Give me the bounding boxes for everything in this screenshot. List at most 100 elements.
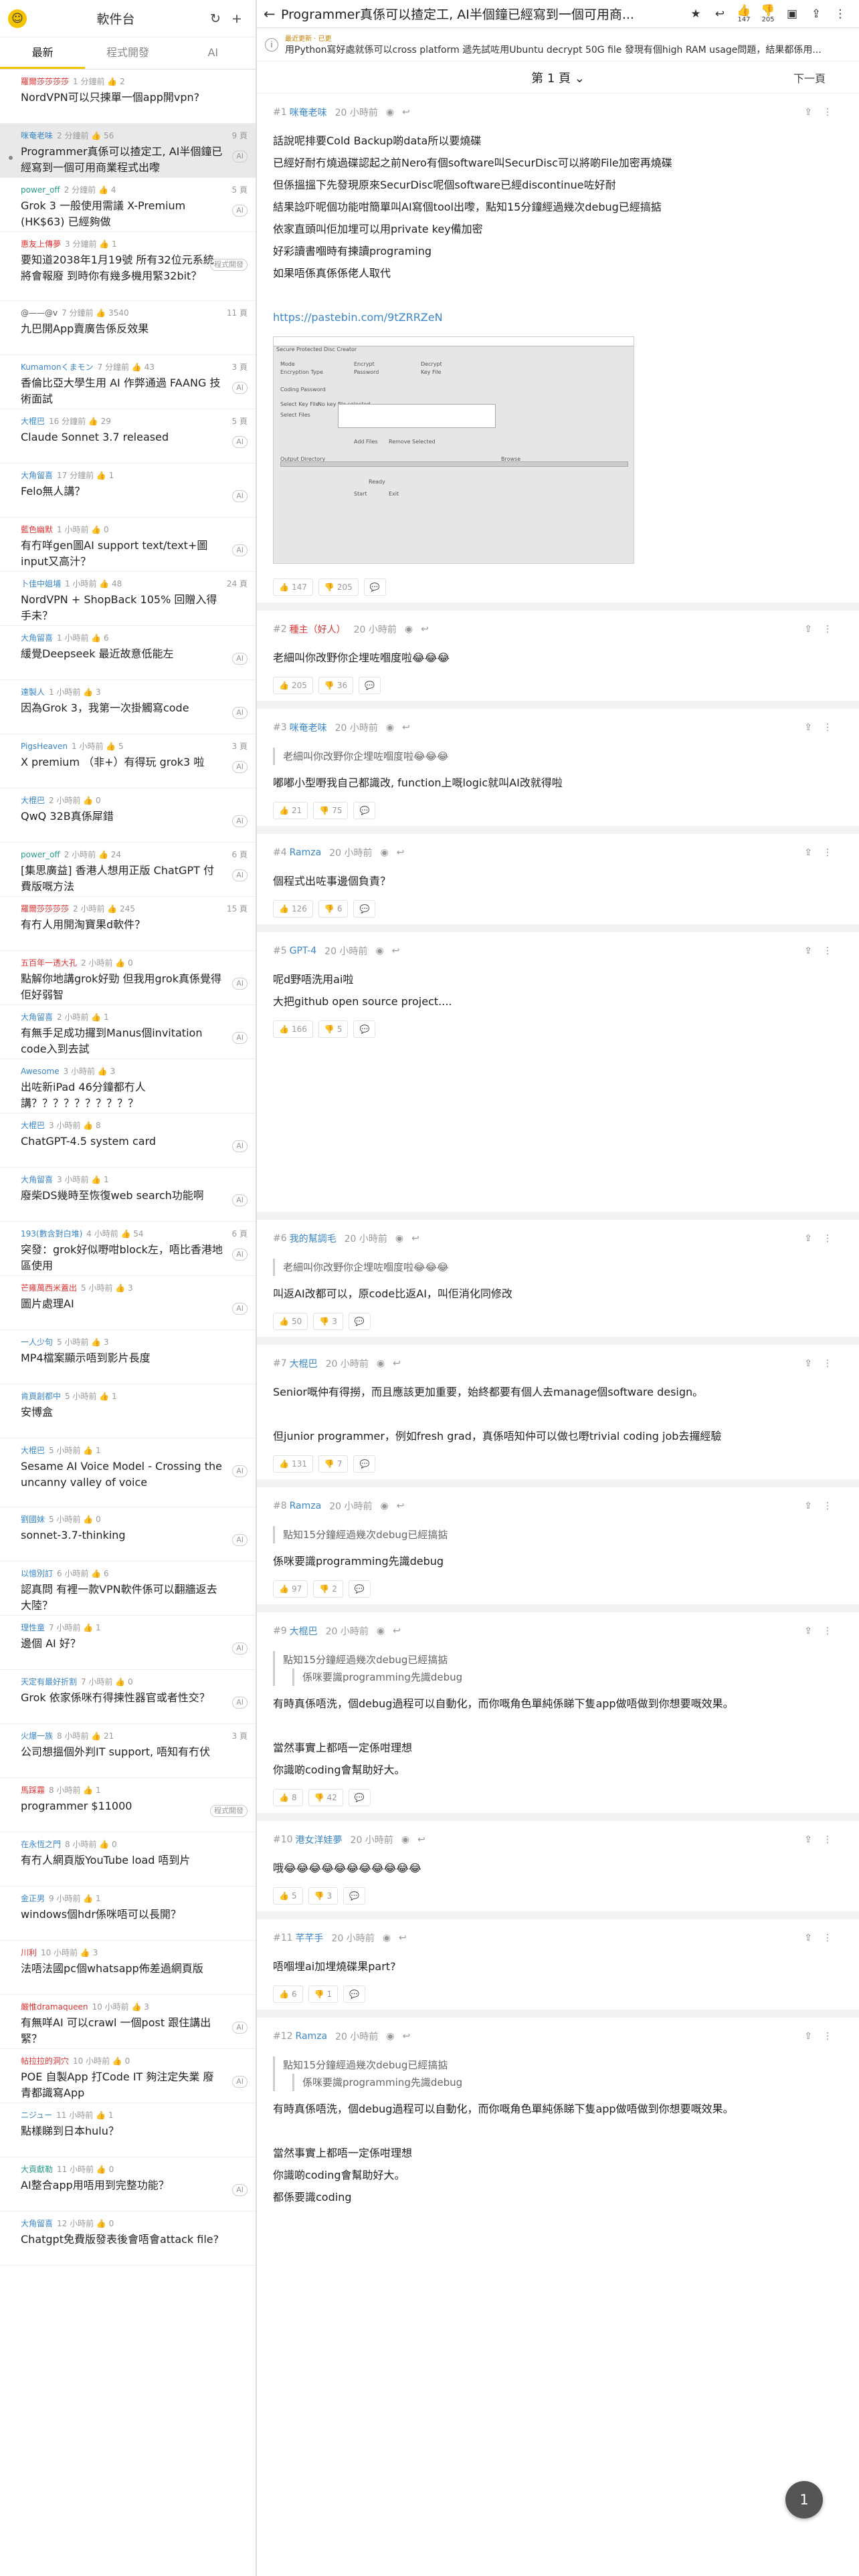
tab-programming[interactable]: 程式開發 xyxy=(85,37,170,69)
thread-author[interactable]: 大角留喜 xyxy=(21,1174,53,1185)
reply-icon[interactable]: ↩ xyxy=(708,8,732,20)
thread-item[interactable]: 藍色幽默 1 小時前 👍 0 有冇咩gen圖AI support text/text… xyxy=(0,518,256,572)
eye-icon[interactable]: ◉ xyxy=(386,722,394,733)
thread-author[interactable]: 惠友上傳夢 xyxy=(21,238,61,249)
reply-author[interactable]: 芊芊手 xyxy=(296,1931,324,1945)
thread-item[interactable]: 羅爾莎莎莎莎 1 分鐘前 👍 2 NordVPN可以只揀單一個app開vpn? xyxy=(0,70,256,124)
more-icon[interactable]: ⋮ xyxy=(823,847,843,858)
thread-author[interactable]: 達製人 xyxy=(21,686,45,697)
reply-author[interactable]: Ramza xyxy=(296,2031,328,2042)
thread-item[interactable]: 達製人 1 小時前 👍 3 因為Grok 3，我第一次掛觸寫code AI xyxy=(0,680,256,734)
thread-author[interactable]: 嚴惟dramaqueen xyxy=(21,2001,88,2012)
reply-author[interactable]: GPT-4 xyxy=(290,946,317,956)
thread-author[interactable]: 咪奄老味 xyxy=(21,130,53,141)
reply-count-button[interactable]: 💬 xyxy=(343,1887,366,1905)
eye-icon[interactable]: ◉ xyxy=(386,2031,394,2042)
downvote-button[interactable]: 👎 3 xyxy=(313,1313,343,1330)
thread-item[interactable]: 在永恆之門 8 小時前 👍 0 有冇人網頁版YouTube load 唔到片 xyxy=(0,1832,256,1887)
upvote-button[interactable]: 👍 5 xyxy=(273,1887,303,1905)
thread-author[interactable]: 大角留喜 xyxy=(21,632,53,643)
downvote-button[interactable]: 👎 36 xyxy=(318,677,354,694)
thread-author[interactable]: 川利 xyxy=(21,1947,37,1958)
downvote-button[interactable]: 👎 6 xyxy=(318,900,349,918)
downvote-button[interactable]: 👎 75 xyxy=(313,802,349,819)
reply-author[interactable]: 種主（好人） xyxy=(290,623,346,636)
thread-item[interactable]: 羅爾莎莎莎莎 2 小時前 👍 245 15 頁有冇人用開淘寶果d軟件？ xyxy=(0,897,256,951)
thread-item[interactable]: 卜佳中姐埔 1 小時前 👍 48 24 頁 NordVPN + ShopBack 10… xyxy=(0,572,256,626)
thread-item[interactable]: 以憶別訂 6 小時前 👍 6 認真問 有裡一款VPN軟件係可以翻牆返去大陸？ xyxy=(0,1562,256,1616)
thread-author[interactable]: 五百年一透大孔 xyxy=(21,957,77,968)
thread-item[interactable]: 嚴惟dramaqueen 10 小時前 👍 3 有無咩AI 可以crawl 一個po… xyxy=(0,1995,256,2049)
page-fab-button[interactable]: 1 xyxy=(785,2481,823,2518)
thread-item[interactable]: PigsHeaven 1 小時前 👍 5 3 頁 X premium （非+）有得玩 … xyxy=(0,734,256,788)
thread-item[interactable]: 大棍巴 5 小時前 👍 1 Sesame AI Voice Model - Cros… xyxy=(0,1438,256,1507)
quote-reply-icon[interactable]: ↩ xyxy=(403,2031,411,2042)
thread-author[interactable]: Awesome xyxy=(21,1067,60,1076)
more-icon[interactable]: ⋮ xyxy=(823,1933,843,1943)
share-icon[interactable]: ⇪ xyxy=(804,2031,823,2042)
back-icon[interactable]: ← xyxy=(264,6,281,22)
reply-author[interactable]: 大棍巴 xyxy=(290,1357,318,1370)
thread-author[interactable]: 帖拉拉的洞穴 xyxy=(21,2055,69,2066)
tab-latest[interactable]: 最新 xyxy=(0,37,86,69)
thread-author[interactable]: 理性童 xyxy=(21,1622,45,1633)
thread-author[interactable]: 大棍巴 xyxy=(21,1444,45,1456)
thread-item[interactable]: 大角留喜 3 小時前 👍 1 廢柴DS幾時至恢復web search功能啊 AI xyxy=(0,1168,256,1222)
thread-item[interactable]: 理性童 7 小時前 👍 1 邊個 AI 好？ AI xyxy=(0,1616,256,1670)
quote-reply-icon[interactable]: ↩ xyxy=(421,624,429,635)
eye-icon[interactable]: ◉ xyxy=(375,946,383,956)
thread-author[interactable]: 大棍巴 xyxy=(21,794,45,806)
share-icon[interactable]: ⇪ xyxy=(804,1834,823,1845)
reply-count-button[interactable]: 💬 xyxy=(363,578,386,596)
upvote-button[interactable]: 👍 131 xyxy=(273,1455,313,1473)
quote-reply-icon[interactable]: ↩ xyxy=(417,1834,425,1845)
dislike-icon[interactable]: 👎 205 xyxy=(756,5,780,23)
thread-item[interactable]: 惠友上傳夢 3 分鐘前 👍 1 要知道2038年1月19號 所有32位元系統將會報廢… xyxy=(0,232,256,301)
pastebin-link[interactable]: https://pastebin.com/9tZRRZeN xyxy=(273,306,843,328)
reply-author[interactable]: 大棍巴 xyxy=(290,1624,318,1638)
app-logo-icon[interactable]: ☺ xyxy=(8,9,27,28)
eye-icon[interactable]: ◉ xyxy=(405,624,413,635)
thread-item[interactable]: 大角留喜 1 小時前 👍 6 緩覺Deepseek 最近故意低能左 AI xyxy=(0,626,256,680)
thread-author[interactable]: 劉國妹 xyxy=(21,1513,45,1525)
thread-item[interactable]: Kumamonくまモン 7 分鐘前 👍 43 3 頁香倫比亞大學生用 AI 作弊通過… xyxy=(0,355,256,409)
reply-count-button[interactable]: 💬 xyxy=(353,1455,376,1473)
thread-author[interactable]: 大角留喜 xyxy=(21,469,53,481)
quote-reply-icon[interactable]: ↩ xyxy=(402,722,410,733)
reply-author[interactable]: 港女洋娃夢 xyxy=(296,1833,343,1846)
more-icon[interactable]: ⋮ xyxy=(823,107,843,118)
reply-count-button[interactable]: 💬 xyxy=(343,1985,366,2003)
upvote-button[interactable]: 👍 21 xyxy=(273,802,308,819)
reply-count-button[interactable]: 💬 xyxy=(348,1313,371,1330)
quote-reply-icon[interactable]: ↩ xyxy=(397,847,405,858)
thread-item[interactable]: 天定有最好折割 7 小時前 👍 0 Grok 依家係咪冇得揀性器官或者性交？ AI xyxy=(0,1670,256,1724)
thread-item[interactable]: 大棍巴 16 分鐘前 👍 29 5 頁 Claude Sonnet 3.7 relea… xyxy=(0,409,256,463)
more-icon[interactable]: ⋮ xyxy=(823,2031,843,2042)
thread-item[interactable]: @——@v 7 分鐘前 👍 3540 11 頁九巴開App賣廣告係反效果 xyxy=(0,301,256,355)
upvote-button[interactable]: 👍 126 xyxy=(273,900,313,918)
quote-reply-icon[interactable]: ↩ xyxy=(402,107,410,118)
share-icon[interactable]: ⇪ xyxy=(804,8,828,20)
downvote-button[interactable]: 👎 2 xyxy=(313,1580,343,1598)
eye-icon[interactable]: ◉ xyxy=(380,1501,388,1511)
share-icon[interactable]: ⇪ xyxy=(804,847,823,858)
eye-icon[interactable]: ◉ xyxy=(401,1834,409,1845)
reply-author[interactable]: 我的幫調毛 xyxy=(290,1232,337,1245)
share-icon[interactable]: ⇪ xyxy=(804,946,823,956)
thread-item[interactable]: 193(數含對白堆) 4 小時前 👍 54 6 頁突發：grok好似嘢咁block左… xyxy=(0,1222,256,1276)
thread-item[interactable]: power_off 2 小時前 👍 24 6 頁 [集思廣益] 香港人想用正版 Cha… xyxy=(0,843,256,897)
thread-item[interactable]: 金正男 9 小時前 👍 1 windows個hdr係咪唔可以長開？ xyxy=(0,1887,256,1941)
upvote-button[interactable]: 👍 97 xyxy=(273,1580,308,1598)
pinned-banner[interactable]: i 最近更新 · 已更 用Python寫好處就係可以cross platform… xyxy=(257,28,859,62)
more-icon[interactable]: ⋮ xyxy=(823,722,843,733)
share-icon[interactable]: ⇪ xyxy=(804,1358,823,1369)
more-icon[interactable]: ⋮ xyxy=(823,1626,843,1636)
thread-author[interactable]: 天定有最好折割 xyxy=(21,1676,77,1687)
quote-reply-icon[interactable]: ↩ xyxy=(393,1358,401,1369)
thread-item[interactable]: 川利 10 小時前 👍 3 法唔法國pc個whatsapp佈差過網頁版 xyxy=(0,1941,256,1995)
thread-author[interactable]: 羅爾莎莎莎莎 xyxy=(21,903,69,914)
share-icon[interactable]: ⇪ xyxy=(804,1626,823,1636)
thread-author[interactable]: 大貢獻勒 xyxy=(21,2163,53,2175)
thread-author[interactable]: 大角留喜 xyxy=(21,1011,53,1023)
eye-icon[interactable]: ◉ xyxy=(377,1358,385,1369)
